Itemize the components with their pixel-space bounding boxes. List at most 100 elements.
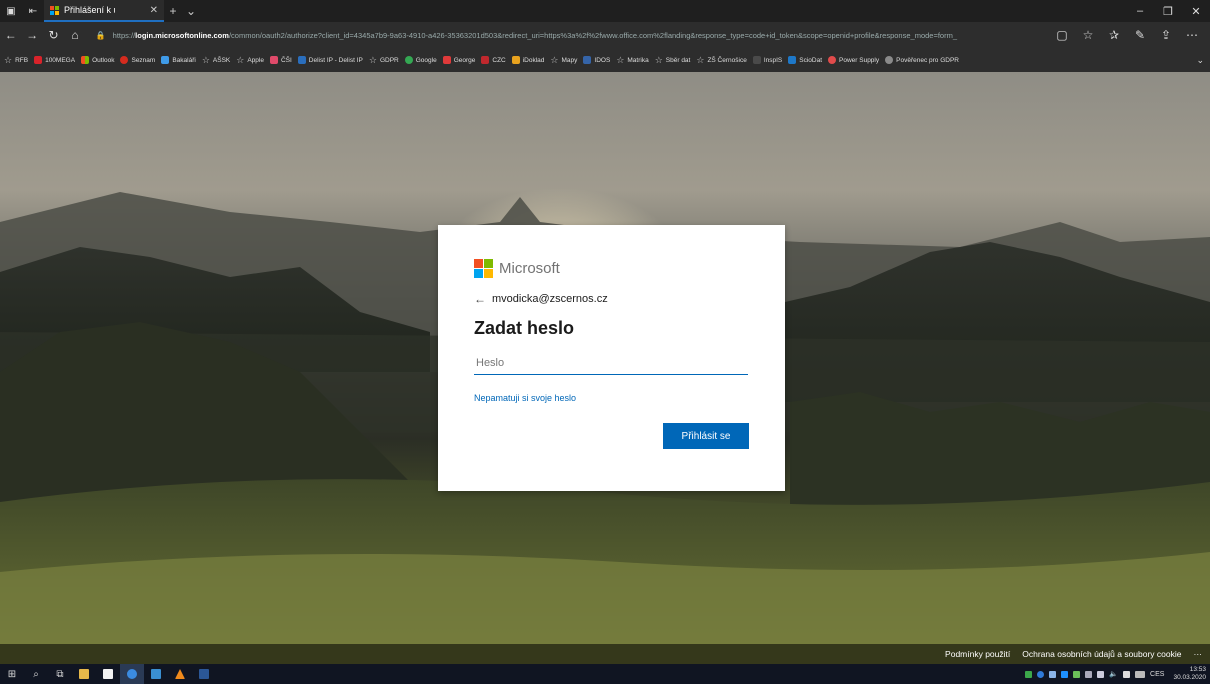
privacy-link[interactable]: Ochrana osobních údajů a soubory cookie [1022,649,1181,659]
keyboard-icon[interactable] [1135,670,1146,678]
share-icon[interactable]: ⇪ [1154,28,1178,42]
favorite-item[interactable]: Seznam [120,56,155,64]
favorite-item[interactable]: Power Supply [828,56,879,64]
tray-app-icon[interactable] [1073,670,1081,678]
vlc-icon[interactable] [168,664,192,684]
browser-tab-active[interactable]: Přihlášení k účtu ✕ [44,0,164,22]
favorite-item[interactable]: ScioDat [788,56,822,64]
identity-email: mvodicka@zscernos.cz [492,293,608,305]
url-field[interactable]: 🔒 https://login.microsoftonline.com/comm… [96,25,1050,45]
inspis-icon [752,56,761,64]
favorite-item[interactable]: ☆ Apple [236,55,264,66]
more-icon[interactable]: ⋯ [1180,28,1204,42]
restore-icon[interactable]: ❐ [1154,5,1182,18]
favorite-item[interactable]: Outlook [81,56,114,64]
favorite-item[interactable]: ☆ ZŠ Černošice [696,55,746,66]
microsoft-wordmark: Microsoft [499,260,560,277]
language-indicator[interactable]: CES [1150,671,1164,678]
favorite-star-icon[interactable]: ☆ [1076,28,1100,42]
microsoft-favicon-icon [50,5,59,15]
star-icon: ☆ [616,54,625,65]
clock[interactable]: 13:53 30.03.2020 [1173,666,1206,682]
minimize-icon[interactable]: – [1126,5,1154,18]
search-icon[interactable]: ⌕ [24,664,48,684]
tray-app-icon[interactable] [1025,670,1033,678]
favorite-item[interactable]: ČŠI [269,56,292,64]
footer-more-icon[interactable]: ··· [1194,649,1203,659]
file-explorer-icon[interactable] [72,664,96,684]
favorite-item[interactable]: InspIS [752,56,782,64]
identity-banner[interactable]: ← mvodicka@zscernos.cz [474,292,749,306]
home-icon[interactable]: ⌂ [64,28,85,42]
forward-icon[interactable]: → [21,28,42,42]
bakalari-icon [161,56,170,64]
favorite-item[interactable]: George [442,56,475,64]
network-icon[interactable] [1085,670,1093,678]
favorites-hub-icon[interactable]: ✰ [1102,28,1126,42]
favorite-item[interactable]: iDoklad [511,56,544,64]
favorite-item[interactable]: Pověřenec pro GDPR [885,56,959,64]
reading-view-icon[interactable]: ▢ [1050,28,1074,42]
windows-start-icon[interactable]: ⊞ [0,664,24,684]
app-icon[interactable] [144,664,168,684]
shield-icon [269,56,278,64]
windows-taskbar: ⊞ ⌕ ⧉ 🔈 CES 13:53 30.03.2020 [0,664,1210,684]
favorite-item[interactable]: ☆ Sběr dat [655,55,691,66]
george-icon [442,56,451,64]
button-row: Přihlásit se [474,423,749,449]
new-tab-icon[interactable]: + [164,4,182,18]
idos-icon [583,56,592,64]
battery-icon[interactable] [1123,670,1131,678]
password-input[interactable] [474,351,748,375]
lock-icon[interactable]: 🔒 [96,31,106,40]
favorite-item[interactable]: IDOS [583,56,610,64]
star-icon: ☆ [696,54,705,65]
forgot-password-link[interactable]: Nepamatuji si svoje heslo [474,393,749,403]
favorite-item[interactable]: ☆ Mapy [550,55,577,66]
window-controls: – ❐ ✕ [1126,5,1210,18]
word-icon[interactable] [192,664,216,684]
favorite-item[interactable]: 100MEGA [34,56,75,64]
close-tab-icon[interactable]: ✕ [150,5,158,16]
star-icon: ☆ [4,54,13,65]
sign-in-button[interactable]: Přihlásit se [663,423,749,449]
microsoft-logo: Microsoft [474,259,749,278]
tray-app-icon[interactable] [1049,670,1057,678]
back-arrow-icon[interactable]: ← [474,292,486,306]
tray-app-icon[interactable] [1037,670,1045,678]
power-supply-icon [828,56,837,64]
page-footer: Podmínky použití Ochrana osobních údajů … [0,644,1210,664]
store-icon[interactable] [96,664,120,684]
star-icon: ☆ [201,54,210,65]
close-window-icon[interactable]: ✕ [1182,5,1210,18]
bluetooth-icon[interactable] [1061,670,1069,678]
tab-actions-icon[interactable]: ▣ [0,0,22,22]
tabs-aside-icon[interactable]: ⇤ [22,0,44,22]
star-icon: ☆ [236,54,245,65]
task-view-icon[interactable]: ⧉ [48,664,72,684]
idoklad-icon [511,56,520,64]
google-icon [404,56,413,64]
favorite-item[interactable]: CZC [481,56,506,64]
favorite-item[interactable]: ☆ Matrika [616,55,648,66]
favorite-item[interactable]: Google [404,56,437,64]
volume-icon[interactable]: 🔈 [1109,670,1118,678]
sciodat-icon [788,56,797,64]
pen-icon[interactable]: ✎ [1128,28,1152,42]
chevron-down-icon[interactable]: ⌄ [1196,55,1204,66]
clock-time: 13:53 [1189,666,1206,673]
page-title: Zadat heslo [474,318,575,338]
edge-icon[interactable] [120,664,144,684]
favorite-item[interactable]: ☆ GDPR [369,55,399,66]
address-bar: ← → ↻ ⌂ 🔒 https://login.microsoftonline.… [0,22,1210,48]
chevron-down-icon[interactable]: ⌄ [182,4,200,18]
refresh-icon[interactable]: ↻ [43,28,64,42]
display-icon[interactable] [1097,670,1105,678]
terms-link[interactable]: Podmínky použití [945,649,1010,659]
star-icon: ☆ [654,54,663,65]
back-icon[interactable]: ← [0,28,21,42]
favorite-item[interactable]: Delist IP - Delist IP [297,56,363,64]
favorite-item[interactable]: ☆ AŠSK [202,55,230,66]
favorite-item[interactable]: Bakaláři [161,56,196,64]
favorite-item[interactable]: ☆ RFB [4,55,28,66]
